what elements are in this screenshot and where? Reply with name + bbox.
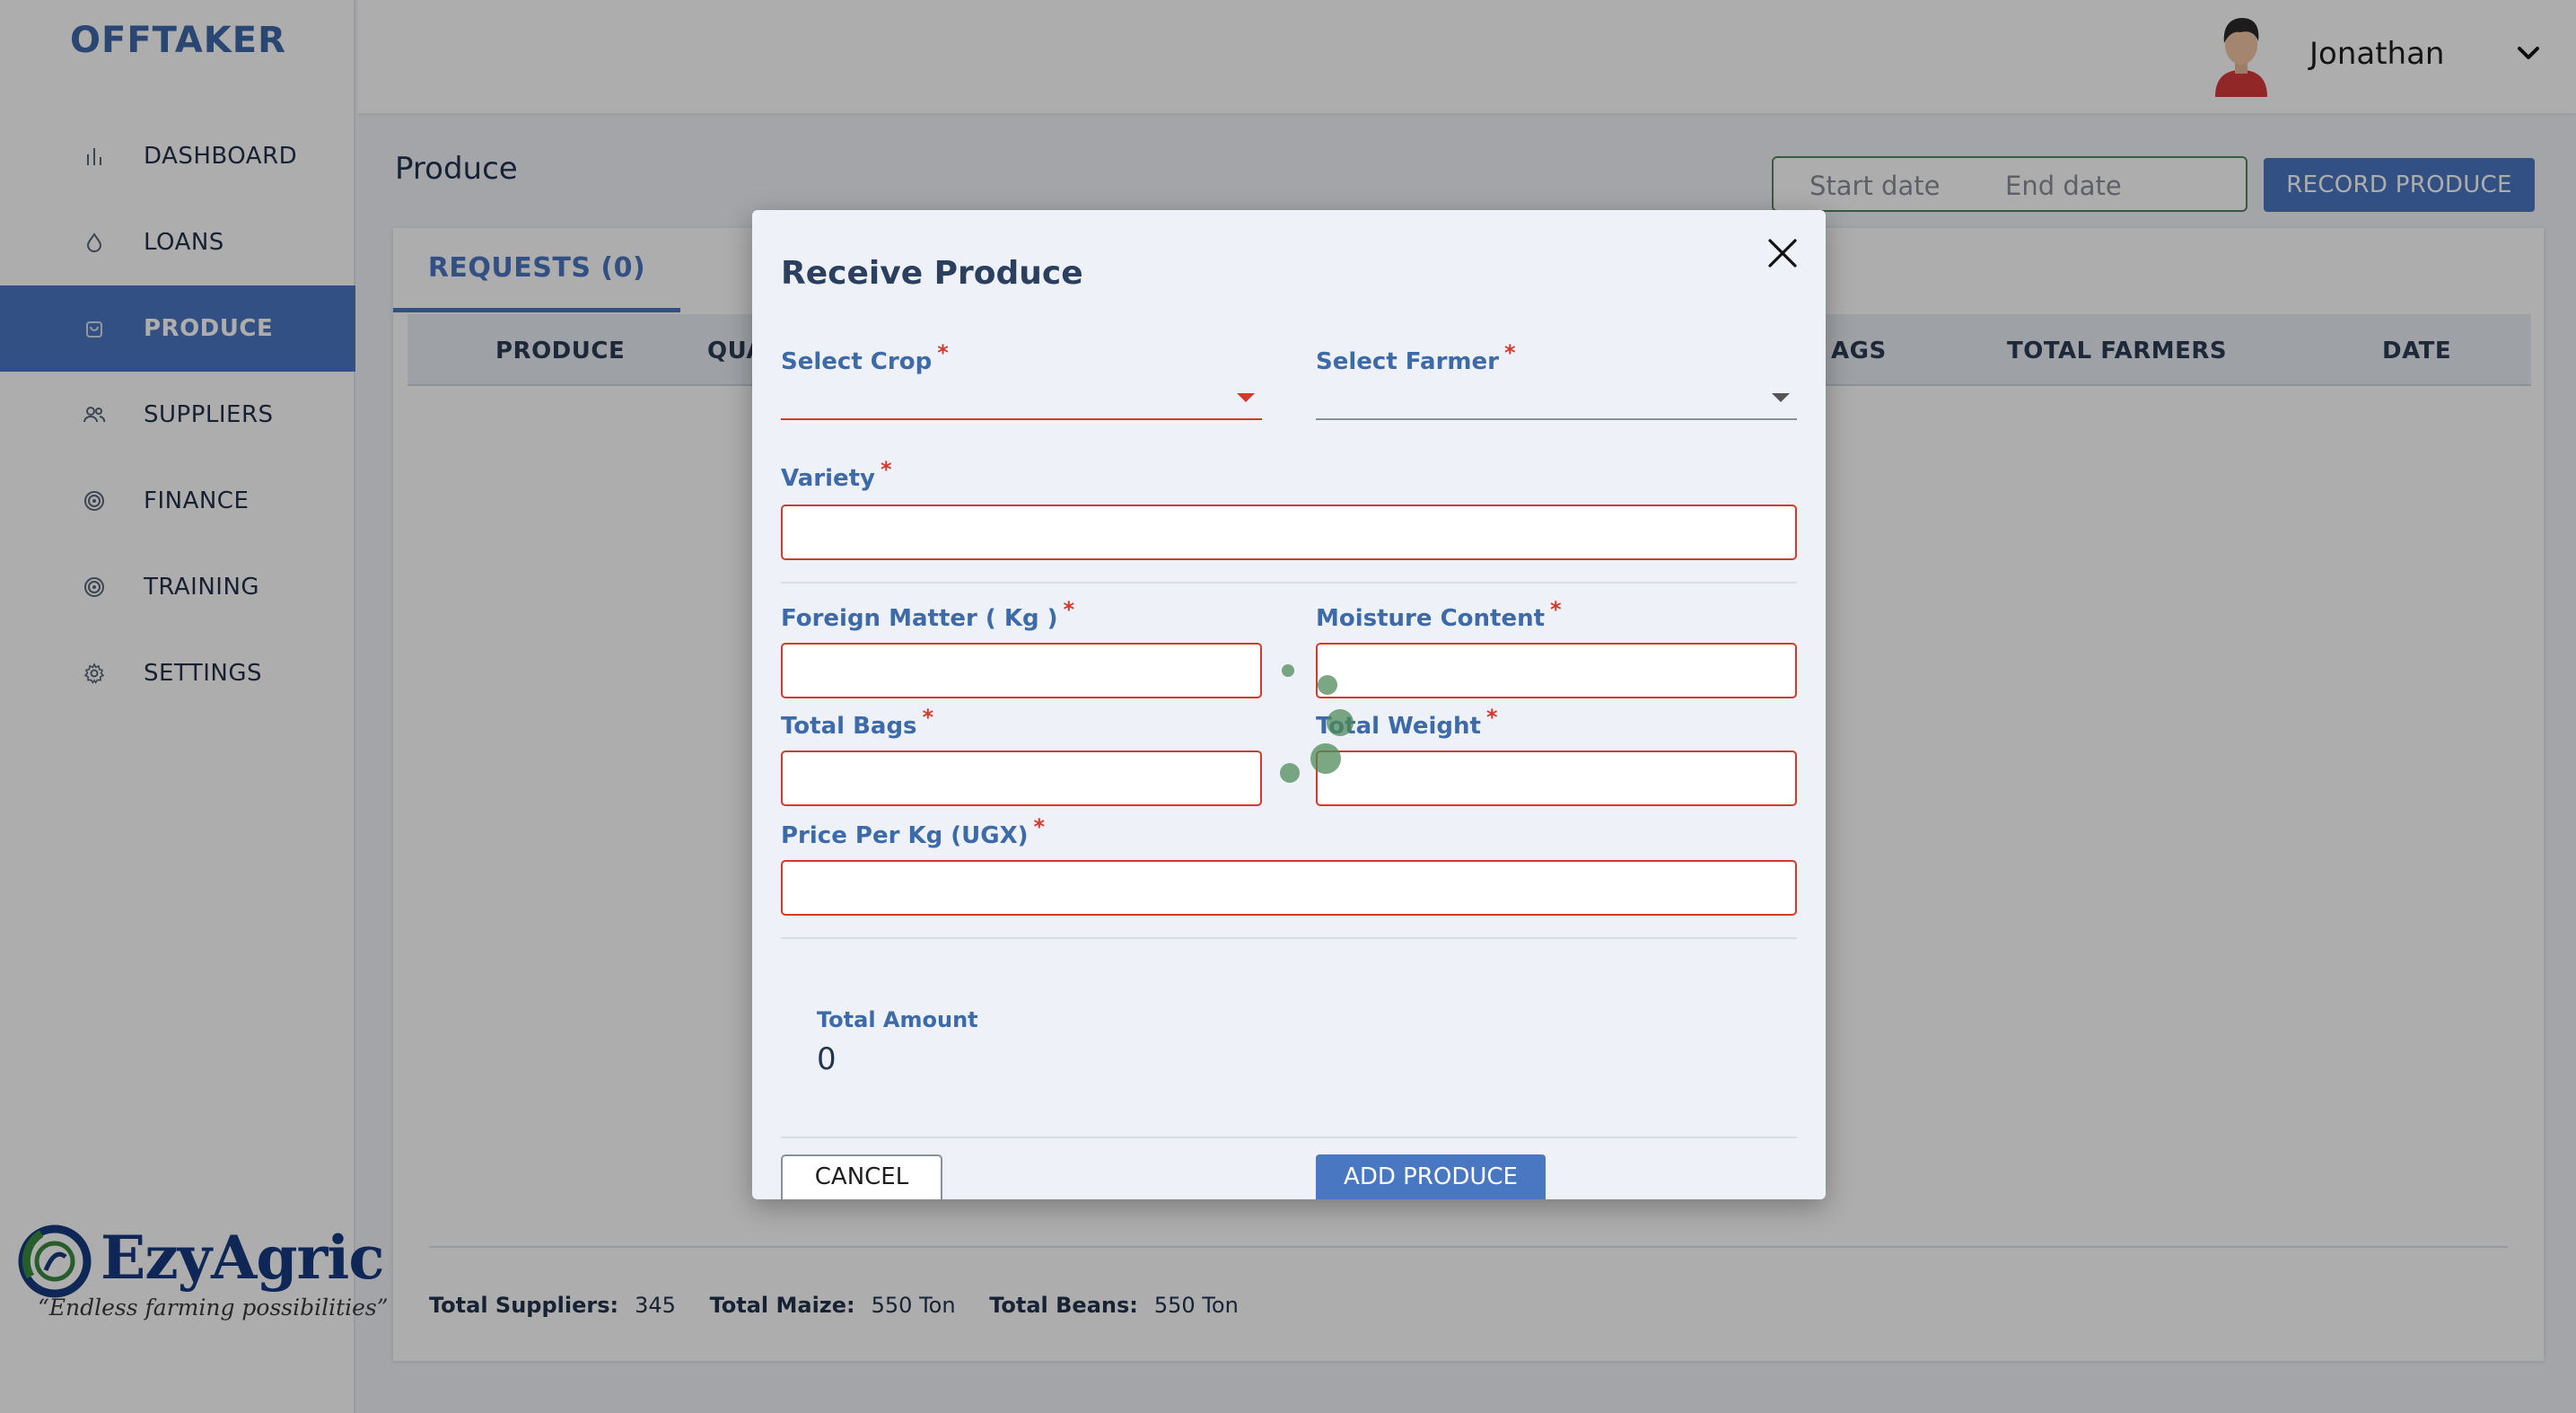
- required-mark: *: [1503, 340, 1516, 365]
- select-farmer-label: Select Farmer *: [1316, 340, 1516, 375]
- total-amount-value: 0: [817, 1041, 837, 1077]
- label-text: Select Farmer: [1316, 348, 1499, 375]
- variety-label: Variety *: [781, 457, 892, 492]
- caret-down-icon: [1237, 393, 1255, 402]
- select-crop-dropdown[interactable]: [781, 379, 1262, 420]
- label-text: Select Crop: [781, 348, 933, 375]
- label-text: Moisture Content: [1316, 605, 1546, 632]
- total-bags-label: Total Bags *: [781, 705, 933, 740]
- required-mark: *: [922, 705, 934, 730]
- label-text: Foreign Matter ( Kg ): [781, 605, 1058, 632]
- drag-handle-dot: [1327, 709, 1354, 736]
- drag-handle-dot: [1310, 743, 1341, 774]
- total-weight-input[interactable]: [1316, 750, 1797, 806]
- required-mark: *: [881, 457, 892, 482]
- label-text: Variety: [781, 465, 875, 492]
- total-bags-input[interactable]: [781, 750, 1262, 806]
- moisture-content-label: Moisture Content *: [1316, 597, 1562, 632]
- label-text: Price Per Kg (UGX): [781, 822, 1029, 849]
- label-text: Total Bags: [781, 713, 917, 740]
- total-amount-label: Total Amount: [817, 1007, 978, 1032]
- add-produce-button[interactable]: ADD PRODUCE: [1316, 1154, 1546, 1199]
- variety-input[interactable]: [781, 505, 1797, 560]
- price-per-kg-input[interactable]: [781, 860, 1797, 916]
- drag-handle-dot: [1280, 763, 1300, 783]
- drag-handle-dot: [1318, 675, 1337, 695]
- caret-down-icon: [1772, 393, 1790, 402]
- divider: [781, 937, 1797, 939]
- divider: [781, 582, 1797, 584]
- drag-handle-dot: [1282, 664, 1294, 677]
- required-mark: *: [1550, 597, 1562, 622]
- required-mark: *: [1063, 597, 1075, 622]
- moisture-content-input[interactable]: [1316, 643, 1797, 698]
- close-icon[interactable]: [1761, 232, 1804, 275]
- divider: [781, 1137, 1797, 1138]
- foreign-matter-label: Foreign Matter ( Kg ) *: [781, 597, 1074, 632]
- cancel-button[interactable]: CANCEL: [781, 1154, 942, 1199]
- required-mark: *: [1485, 705, 1498, 730]
- select-farmer-dropdown[interactable]: [1316, 379, 1797, 420]
- modal-title: Receive Produce: [781, 255, 1083, 292]
- required-mark: *: [1033, 814, 1046, 839]
- receive-produce-modal: Receive Produce Select Crop * Select Farm…: [752, 210, 1826, 1199]
- select-crop-label: Select Crop *: [781, 340, 949, 375]
- foreign-matter-input[interactable]: [781, 643, 1262, 698]
- price-per-kg-label: Price Per Kg (UGX) *: [781, 814, 1045, 849]
- required-mark: *: [937, 340, 949, 365]
